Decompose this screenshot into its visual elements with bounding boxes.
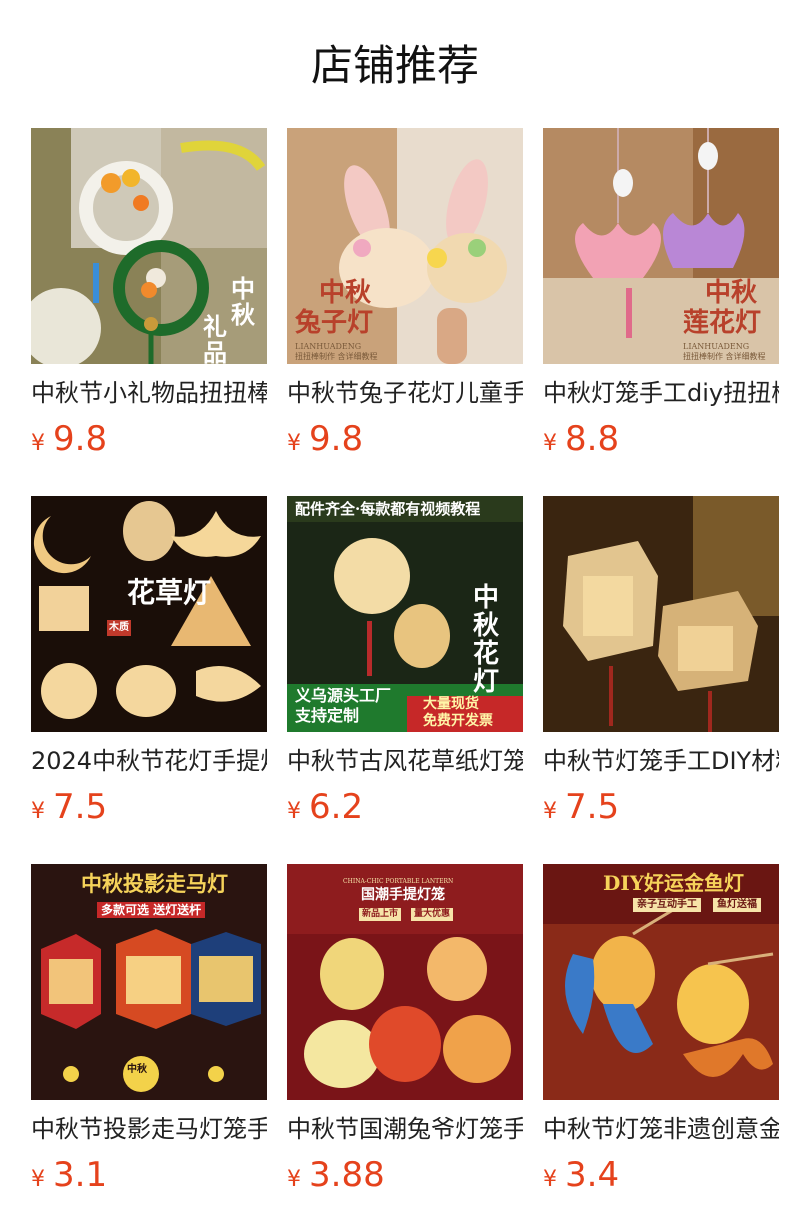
image-subcaption: LIANHUADENG 扭扭棒制作 含详细教程 (683, 342, 766, 361)
currency-symbol: ¥ (543, 799, 557, 824)
image-caption: 中 秋 (231, 274, 255, 329)
price-value: 9.8 (53, 419, 108, 459)
product-card[interactable]: 中秋 莲花灯 LIANHUADENG 扭扭棒制作 含详细教程 中秋灯笼手工diy… (543, 128, 779, 459)
product-name[interactable]: 中秋节灯笼手工DIY材料 (543, 745, 779, 777)
currency-symbol: ¥ (543, 1167, 557, 1192)
product-card[interactable]: 中 秋 礼 品 中秋节小礼物品扭扭棒 ¥9.8 (31, 128, 267, 459)
image-caption: 大量现货 免费开发票 (423, 696, 493, 729)
product-image[interactable]: 中秋 莲花灯 LIANHUADENG 扭扭棒制作 含详细教程 (543, 128, 779, 364)
price-value: 6.2 (309, 787, 364, 827)
product-name[interactable]: 中秋节兔子花灯儿童手提 (287, 377, 523, 409)
price-value: 9.8 (309, 419, 364, 459)
product-image[interactable]: CHINA-CHIC PORTABLE LANTERN 国潮手提灯笼 新品上市 … (287, 864, 523, 1100)
price-value: 3.88 (309, 1155, 385, 1195)
currency-symbol: ¥ (287, 1167, 301, 1192)
product-image[interactable]: 中秋投影走马灯 多款可选 送灯送杆 中秋 (31, 864, 267, 1100)
image-caption: 中秋投影走马灯 (81, 871, 228, 896)
product-image[interactable]: 中 秋 礼 品 (31, 128, 267, 364)
product-price: ¥6.2 (287, 787, 523, 827)
product-image[interactable] (543, 496, 779, 732)
image-badge: 多款可选 送灯送杆 (97, 902, 206, 918)
price-value: 7.5 (565, 787, 620, 827)
image-badge: 量大优惠 (411, 908, 454, 921)
product-price: ¥3.88 (287, 1155, 523, 1195)
price-value: 7.5 (53, 787, 108, 827)
image-caption: DIY好运金鱼灯 (603, 871, 744, 895)
image-badge: 亲子互动手工 (633, 898, 701, 912)
product-name[interactable]: 中秋节古风花草纸灯笼 (287, 745, 523, 777)
image-caption: 花草灯 (127, 576, 212, 609)
product-image[interactable]: 中秋 兔子灯 LIANHUADENG 扭扭棒制作 含详细教程 (287, 128, 523, 364)
product-price: ¥7.5 (31, 787, 267, 827)
currency-symbol: ¥ (31, 1167, 45, 1192)
product-card[interactable]: CHINA-CHIC PORTABLE LANTERN 国潮手提灯笼 新品上市 … (287, 864, 523, 1195)
product-name[interactable]: 中秋灯笼手工diy扭扭棒 (543, 377, 779, 409)
currency-symbol: ¥ (287, 431, 301, 456)
product-image[interactable]: 花草灯 木质 (31, 496, 267, 732)
product-name[interactable]: 中秋节国潮兔爷灯笼手提 (287, 1113, 523, 1145)
product-card[interactable]: 配件齐全·每款都有视频教程 中秋花灯 义乌源头工厂 支持定制 大量现货 免费开发… (287, 496, 523, 827)
product-image[interactable]: 配件齐全·每款都有视频教程 中秋花灯 义乌源头工厂 支持定制 大量现货 免费开发… (287, 496, 523, 732)
product-price: ¥3.4 (543, 1155, 779, 1195)
price-value: 3.4 (565, 1155, 620, 1195)
image-caption: 中秋 (127, 1064, 147, 1075)
product-price: ¥8.8 (543, 419, 779, 459)
currency-symbol: ¥ (287, 799, 301, 824)
product-price: ¥7.5 (543, 787, 779, 827)
product-name[interactable]: 中秋节小礼物品扭扭棒 (31, 377, 267, 409)
product-card[interactable]: DIY好运金鱼灯 亲子互动手工 鱼灯送福 中秋节灯笼非遗创意金鱼 ¥3.4 (543, 864, 779, 1195)
image-badge: 新品上市 (359, 908, 402, 921)
image-subcaption: LIANHUADENG 扭扭棒制作 含详细教程 (295, 342, 378, 361)
image-caption: 国潮手提灯笼 (361, 887, 445, 903)
price-value: 3.1 (53, 1155, 108, 1195)
image-badge: 鱼灯送福 (713, 898, 761, 912)
product-price: ¥3.1 (31, 1155, 267, 1195)
product-name[interactable]: 中秋节灯笼非遗创意金鱼 (543, 1113, 779, 1145)
product-card[interactable]: 中秋节灯笼手工DIY材料 ¥7.5 (543, 496, 779, 827)
section-title: 店铺推荐 (310, 41, 479, 90)
image-caption: 中秋 兔子灯 (295, 278, 374, 338)
image-caption: 配件齐全·每款都有视频教程 (295, 500, 481, 518)
product-image[interactable]: DIY好运金鱼灯 亲子互动手工 鱼灯送福 (543, 864, 779, 1100)
currency-symbol: ¥ (543, 431, 557, 456)
product-price: ¥9.8 (31, 419, 267, 459)
product-name[interactable]: 中秋节投影走马灯笼手工 (31, 1113, 267, 1145)
image-caption: 中秋花灯 (473, 583, 500, 697)
image-badge: 木质 (107, 620, 131, 636)
image-caption: 义乌源头工厂 支持定制 (295, 686, 392, 725)
product-card[interactable]: 中秋 兔子灯 LIANHUADENG 扭扭棒制作 含详细教程 中秋节兔子花灯儿童… (287, 128, 523, 459)
product-name[interactable]: 2024中秋节花灯手提灯笼 (31, 745, 267, 777)
price-value: 8.8 (565, 419, 620, 459)
product-card[interactable]: 中秋投影走马灯 多款可选 送灯送杆 中秋 中秋节投影走马灯笼手工 ¥3.1 (31, 864, 267, 1195)
product-price: ¥9.8 (287, 419, 523, 459)
image-subcaption: CHINA-CHIC PORTABLE LANTERN (343, 878, 454, 885)
currency-symbol: ¥ (31, 799, 45, 824)
image-caption: 中秋 莲花灯 (683, 278, 762, 338)
currency-symbol: ¥ (31, 431, 45, 456)
image-caption: 礼 品 (203, 312, 227, 365)
product-card[interactable]: 花草灯 木质 2024中秋节花灯手提灯笼 ¥7.5 (31, 496, 267, 827)
